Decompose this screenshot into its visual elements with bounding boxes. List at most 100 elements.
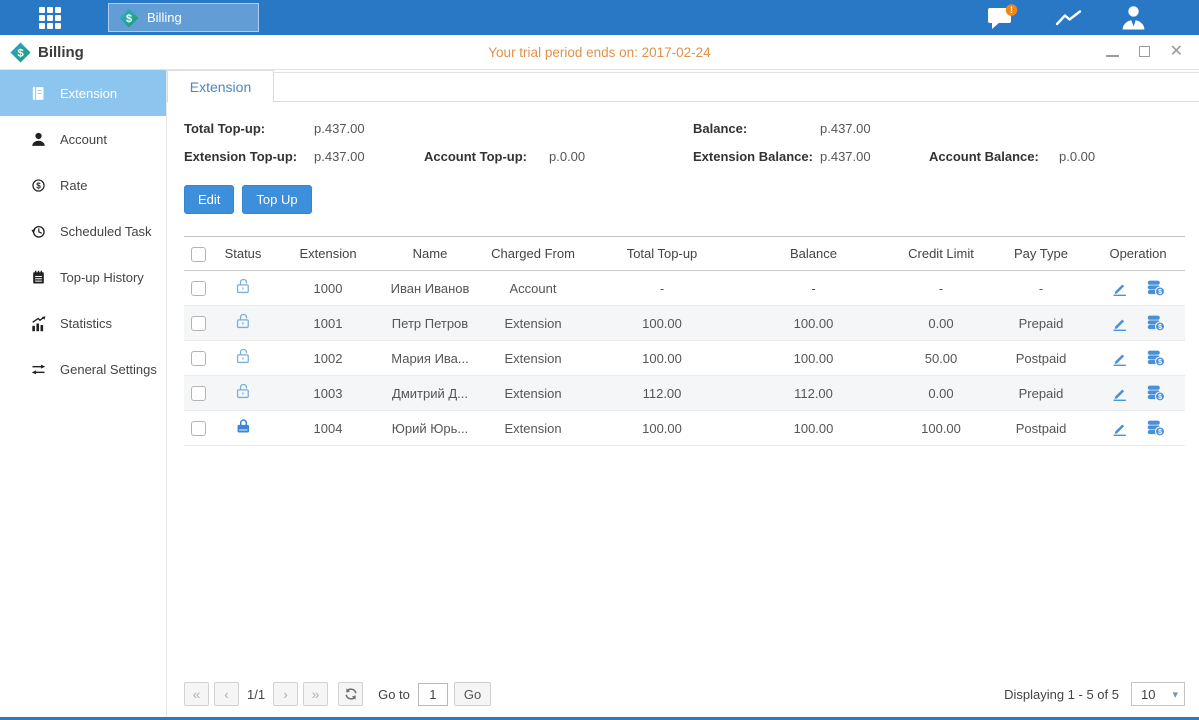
total-topup-value: p.437.00 bbox=[314, 121, 365, 136]
page-size-select[interactable]: 10 ▾ bbox=[1131, 682, 1185, 706]
cell-credit-limit: 0.00 bbox=[891, 306, 991, 341]
cell-name: Петр Петров bbox=[382, 306, 478, 341]
edit-icon[interactable] bbox=[1111, 420, 1128, 437]
sliders-icon bbox=[29, 361, 47, 378]
total-topup-label: Total Top-up: bbox=[184, 121, 314, 136]
select-all-checkbox[interactable] bbox=[191, 247, 206, 262]
svg-text:$: $ bbox=[1158, 289, 1162, 296]
balance-value: p.437.00 bbox=[820, 121, 871, 136]
svg-text:$: $ bbox=[1158, 394, 1162, 401]
svg-text:!: ! bbox=[1010, 5, 1013, 15]
cell-balance: - bbox=[736, 271, 891, 306]
cell-extension: 1003 bbox=[274, 376, 382, 411]
resource-monitor-icon[interactable] bbox=[1054, 6, 1084, 30]
extension-balance-value: p.437.00 bbox=[820, 149, 871, 164]
sidebar-item-statistics[interactable]: Statistics bbox=[0, 300, 166, 346]
unlock-icon[interactable] bbox=[234, 277, 253, 296]
unlock-icon[interactable] bbox=[234, 382, 253, 401]
row-checkbox[interactable] bbox=[191, 316, 206, 331]
maximize-icon[interactable] bbox=[1139, 45, 1150, 59]
history-clock-icon bbox=[29, 223, 47, 240]
sidebar-item-rate[interactable]: $ Rate bbox=[0, 162, 166, 208]
sidebar-item-extension[interactable]: Extension bbox=[0, 70, 166, 116]
user-account-icon[interactable] bbox=[1120, 4, 1147, 31]
row-checkbox[interactable] bbox=[191, 351, 206, 366]
refresh-button[interactable] bbox=[338, 682, 363, 706]
page-indicator: 1/1 bbox=[247, 687, 265, 702]
ledger-icon bbox=[29, 85, 47, 102]
sidebar-item-scheduled-task[interactable]: Scheduled Task bbox=[0, 208, 166, 254]
cell-charged-from: Extension bbox=[478, 376, 588, 411]
minimize-icon[interactable] bbox=[1106, 45, 1119, 59]
cell-extension: 1002 bbox=[274, 341, 382, 376]
topup-icon[interactable]: $ bbox=[1146, 419, 1165, 437]
cell-name: Юрий Юрь... bbox=[382, 411, 478, 446]
table-row[interactable]: 1001 Петр Петров Extension 100.00 100.00… bbox=[184, 306, 1185, 341]
person-icon bbox=[29, 131, 47, 148]
topup-icon[interactable]: $ bbox=[1146, 314, 1165, 332]
displaying-text: Displaying 1 - 5 of 5 bbox=[1004, 687, 1119, 702]
cell-extension: 1000 bbox=[274, 271, 382, 306]
unlock-icon[interactable] bbox=[234, 312, 253, 331]
page-size-value: 10 bbox=[1141, 687, 1155, 702]
account-balance-value: p.0.00 bbox=[1059, 149, 1095, 164]
first-page-button[interactable]: « bbox=[184, 682, 209, 706]
prev-page-button[interactable]: ‹ bbox=[214, 682, 239, 706]
row-checkbox[interactable] bbox=[191, 421, 206, 436]
row-checkbox[interactable] bbox=[191, 386, 206, 401]
edit-icon[interactable] bbox=[1111, 350, 1128, 367]
svg-text:$: $ bbox=[1158, 359, 1162, 366]
taskbar-tab-billing[interactable]: $ Billing bbox=[108, 3, 259, 32]
close-icon[interactable]: ✕ bbox=[1170, 44, 1183, 60]
cell-pay-type: Prepaid bbox=[991, 376, 1091, 411]
sidebar-item-account[interactable]: Account bbox=[0, 116, 166, 162]
edit-icon[interactable] bbox=[1111, 315, 1128, 332]
window-title: Billing bbox=[38, 44, 84, 61]
edit-icon[interactable] bbox=[1111, 385, 1128, 402]
cell-balance: 100.00 bbox=[736, 306, 891, 341]
column-header-balance: Balance bbox=[736, 237, 891, 271]
edit-button[interactable]: Edit bbox=[184, 185, 234, 214]
cell-credit-limit: 100.00 bbox=[891, 411, 991, 446]
go-button[interactable]: Go bbox=[454, 682, 491, 706]
billing-summary: Total Top-up: p.437.00 Balance: p.437.00… bbox=[184, 121, 1185, 164]
lock-icon[interactable] bbox=[234, 417, 253, 436]
goto-page-input[interactable] bbox=[418, 683, 448, 706]
topup-icon[interactable]: $ bbox=[1146, 384, 1165, 402]
cell-name: Дмитрий Д... bbox=[382, 376, 478, 411]
balance-label: Balance: bbox=[693, 121, 820, 136]
extension-balance-label: Extension Balance: bbox=[693, 149, 820, 164]
topup-icon[interactable]: $ bbox=[1146, 279, 1165, 297]
app-launcher-icon[interactable] bbox=[37, 5, 63, 31]
account-topup-value: p.0.00 bbox=[549, 149, 585, 164]
column-header-name: Name bbox=[382, 237, 478, 271]
sidebar-item-label: Extension bbox=[60, 86, 117, 101]
last-page-button[interactable]: » bbox=[303, 682, 328, 706]
next-page-button[interactable]: › bbox=[273, 682, 298, 706]
table-row[interactable]: 1003 Дмитрий Д... Extension 112.00 112.0… bbox=[184, 376, 1185, 411]
cell-credit-limit: 50.00 bbox=[891, 341, 991, 376]
tab-bar: Extension bbox=[167, 70, 1199, 102]
cell-total-topup: 100.00 bbox=[588, 411, 736, 446]
table-header-row: Status Extension Name Charged From Total… bbox=[184, 237, 1185, 271]
sidebar-item-general-settings[interactable]: General Settings bbox=[0, 346, 166, 392]
sidebar-item-label: Statistics bbox=[60, 316, 112, 331]
cell-name: Иван Иванов bbox=[382, 271, 478, 306]
row-checkbox[interactable] bbox=[191, 281, 206, 296]
table-row[interactable]: 1000 Иван Иванов Account - - - - bbox=[184, 271, 1185, 306]
notifications-icon[interactable]: ! bbox=[986, 4, 1018, 31]
top-up-button[interactable]: Top Up bbox=[242, 185, 311, 214]
table-row[interactable]: 1004 Юрий Юрь... Extension 100.00 100.00… bbox=[184, 411, 1185, 446]
svg-text:$: $ bbox=[1158, 324, 1162, 331]
edit-icon[interactable] bbox=[1111, 280, 1128, 297]
svg-text:$: $ bbox=[36, 181, 41, 190]
cell-extension: 1004 bbox=[274, 411, 382, 446]
cell-balance: 100.00 bbox=[736, 341, 891, 376]
table-row[interactable]: 1002 Мария Ива... Extension 100.00 100.0… bbox=[184, 341, 1185, 376]
sidebar-item-label: Rate bbox=[60, 178, 87, 193]
unlock-icon[interactable] bbox=[234, 347, 253, 366]
topup-icon[interactable]: $ bbox=[1146, 349, 1165, 367]
tab-extension[interactable]: Extension bbox=[167, 70, 274, 103]
goto-label: Go to bbox=[378, 687, 410, 702]
sidebar-item-topup-history[interactable]: Top-up History bbox=[0, 254, 166, 300]
